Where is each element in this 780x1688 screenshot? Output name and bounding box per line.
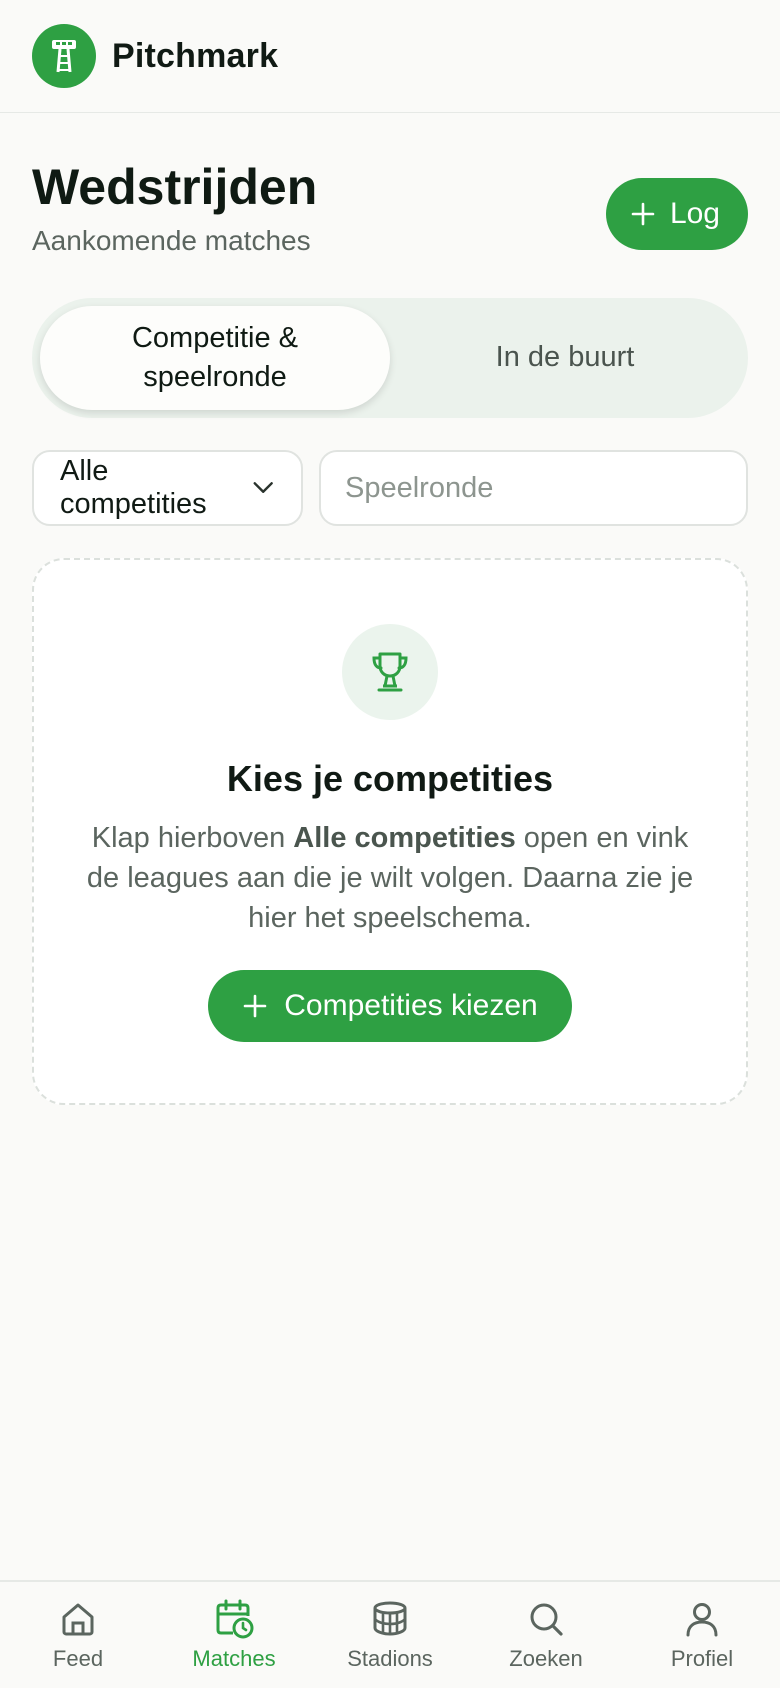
competition-select[interactable]: Alle competities — [32, 450, 303, 526]
nav-item-profile[interactable]: Profiel — [624, 1582, 780, 1688]
competition-select-value: Alle competities — [60, 455, 207, 520]
plus-icon — [243, 994, 267, 1018]
nav-label-matches: Matches — [192, 1646, 276, 1671]
tab-label: Competitie & speelronde — [131, 321, 298, 393]
view-segmented-control: Competitie & speelronde In de buurt — [32, 298, 748, 418]
nav-item-feed[interactable]: Feed — [0, 1582, 156, 1688]
log-button-label: Log — [669, 197, 720, 230]
nav-label-feed: Feed — [52, 1646, 104, 1671]
brand-name: Pitchmark — [112, 36, 279, 75]
nav-label-profile: Profiel — [670, 1646, 734, 1671]
bottom-nav: Feed Matches Stadions Zoeken Profiel — [0, 1580, 780, 1688]
top-bar: Pitchmark — [0, 0, 780, 113]
stadium-light-icon[interactable] — [32, 24, 96, 88]
search-icon — [526, 1598, 566, 1640]
empty-state-text: Klap hierboven Alle competities open en … — [80, 818, 700, 938]
choose-competitions-button[interactable]: Competities kiezen — [208, 970, 572, 1042]
tab-label: In de buurt — [495, 341, 635, 374]
title-row: Wedstrijden Aankomende matches Log — [32, 160, 748, 270]
empty-state-text-bold: Alle competities — [293, 822, 516, 854]
round-input[interactable] — [319, 450, 748, 526]
choose-competitions-label: Competities kiezen — [284, 989, 538, 1022]
nav-item-stadiums[interactable]: Stadions — [312, 1582, 468, 1688]
empty-state-card: Kies je competities Klap hierboven Alle … — [32, 558, 748, 1105]
nav-item-search[interactable]: Zoeken — [468, 1582, 624, 1688]
tab-nearby[interactable]: In de buurt — [390, 306, 740, 410]
chevron-down-icon — [253, 482, 273, 493]
calendar-clock-icon — [213, 1598, 255, 1640]
trophy-icon — [372, 652, 408, 692]
empty-state-title: Kies je competities — [226, 758, 554, 799]
log-button[interactable]: Log — [605, 178, 748, 250]
nav-label-stadiums: Stadions — [347, 1646, 433, 1671]
stadium-icon — [369, 1598, 411, 1640]
filters-row: Alle competities — [32, 450, 748, 526]
nav-item-matches[interactable]: Matches — [156, 1582, 312, 1688]
trophy-icon-badge — [342, 624, 438, 720]
plus-icon — [631, 202, 655, 226]
app-root: Pitchmark Wedstrijden Aankomende matches… — [0, 0, 780, 1688]
home-icon — [58, 1598, 98, 1640]
nav-label-search: Zoeken — [509, 1646, 583, 1671]
empty-state-text-start: Klap hierboven — [91, 822, 294, 854]
user-icon — [682, 1598, 722, 1640]
tab-competition-round[interactable]: Competitie & speelronde — [40, 306, 390, 410]
